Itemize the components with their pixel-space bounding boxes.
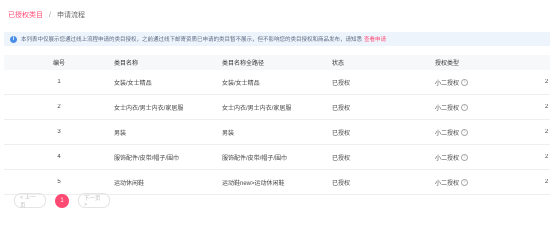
cell-number: 3: [57, 129, 61, 135]
notice-text: 本列表中仅展示您通过线上流程申请的类目授权，之前通过线下邮寄资质已申请的类目暂不…: [21, 37, 363, 43]
cell-category-name: 服饰配件/皮带/帽子/围巾: [114, 155, 180, 162]
cell-category-path: 男装: [222, 130, 235, 137]
cell-auth-type: 小二授权?: [435, 78, 545, 87]
table-row: 2 女士内衣/男士内衣/家居服 女士内衣/男士内衣/家居服 已授权 小二授权? …: [4, 95, 550, 120]
question-circle-icon[interactable]: ?: [461, 104, 469, 112]
cell-extra: 2: [545, 179, 549, 185]
cell-number: 1: [57, 79, 61, 85]
next-page-button[interactable]: 下一页 >: [78, 193, 110, 208]
column-header-auth-type: 授权类型: [435, 61, 460, 67]
cell-category-name: 运动休闲鞋: [114, 180, 145, 187]
cell-status: 已授权: [332, 155, 351, 162]
breadcrumb: 已授权类目 / 申请流程: [8, 11, 85, 21]
cell-auth-type: 小二授权?: [435, 153, 545, 162]
cell-number: 4: [57, 154, 61, 160]
cell-extra: 2: [545, 79, 549, 85]
authorized-category-table: 编号 类目名称 类目名称全路径 状态 授权类型 1 女装/女士精品 女装/女士精…: [4, 55, 550, 195]
table-row: 1 女装/女士精品 女装/女士精品 已授权 小二授权? 2: [4, 70, 550, 95]
cell-category-name: 女士内衣/男士内衣/家居服: [114, 105, 184, 112]
cell-category-path: 女士内衣/男士内衣/家居服: [222, 105, 292, 112]
cell-status: 已授权: [332, 130, 351, 137]
info-icon: i: [10, 35, 17, 43]
cell-extra: 2: [545, 154, 549, 160]
table-header: 编号 类目名称 类目名称全路径 状态 授权类型: [4, 55, 550, 70]
question-circle-icon[interactable]: ?: [461, 79, 469, 87]
cell-status: 已授权: [332, 180, 351, 187]
breadcrumb-separator: /: [49, 12, 51, 19]
cell-status: 已授权: [332, 105, 351, 112]
cell-number: 5: [57, 179, 61, 185]
cell-auth-type: 小二授权?: [435, 103, 545, 112]
table-row: 4 服饰配件/皮带/帽子/围巾 服饰配件/皮带/帽子/围巾 已授权 小二授权? …: [4, 145, 550, 170]
cell-category-name: 女装/女士精品: [114, 80, 152, 87]
page-number-current[interactable]: 1: [55, 193, 69, 208]
column-header-category-path: 类目名称全路径: [222, 61, 265, 67]
column-header-status: 状态: [332, 61, 345, 67]
breadcrumb-current: 申请流程: [56, 12, 85, 19]
cell-extra: 2: [545, 129, 549, 135]
cell-category-path: 女装/女士精品: [222, 80, 260, 87]
breadcrumb-authorized-categories-link[interactable]: 已授权类目: [8, 11, 43, 21]
column-header-category-name: 类目名称: [114, 61, 139, 67]
cell-number: 2: [57, 104, 61, 110]
cell-status: 已授权: [332, 80, 351, 87]
notice-view-application-link[interactable]: 查看申请: [364, 35, 386, 43]
auth-type-label: 小二授权: [435, 155, 460, 162]
cell-category-name: 男装: [114, 130, 127, 137]
auth-type-label: 小二授权: [435, 130, 460, 137]
cell-category-path: 服饰配件/皮带/帽子/围巾: [222, 155, 288, 162]
question-circle-icon[interactable]: ?: [461, 154, 469, 162]
auth-type-label: 小二授权: [435, 80, 460, 87]
table-row: 5 运动休闲鞋 运动鞋new>运动休闲鞋 已授权 小二授权? 2: [4, 170, 550, 195]
question-circle-icon[interactable]: ?: [461, 129, 469, 137]
previous-page-button[interactable]: < 上一页: [14, 193, 46, 209]
cell-auth-type: 小二授权?: [435, 178, 545, 187]
pagination: < 上一页 1 下一页 >: [14, 193, 110, 209]
auth-type-label: 小二授权: [435, 105, 460, 112]
notice-banner: i 本列表中仅展示您通过线上流程申请的类目授权，之前通过线下邮寄资质已申请的类目…: [4, 32, 550, 46]
table-row: 3 男装 男装 已授权 小二授权? 2: [4, 120, 550, 145]
cell-category-path: 运动鞋new>运动休闲鞋: [222, 180, 285, 187]
column-header-number: 编号: [52, 61, 65, 67]
question-circle-icon[interactable]: ?: [461, 179, 469, 187]
auth-type-label: 小二授权: [435, 180, 460, 187]
cell-extra: 2: [545, 104, 549, 110]
cell-auth-type: 小二授权?: [435, 128, 545, 137]
